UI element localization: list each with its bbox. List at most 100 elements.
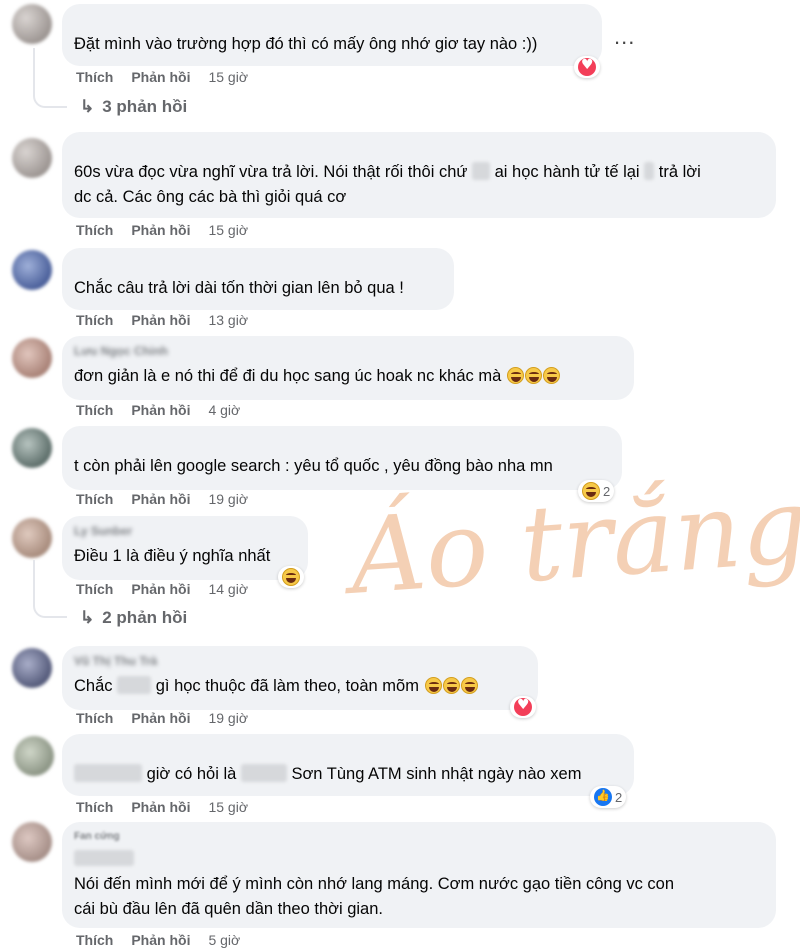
like-button[interactable]: Thích [76,799,113,815]
comment-text-part: Chắc [74,677,113,695]
reply-button[interactable]: Phản hồi [131,402,190,418]
comment-text: Nói đến mình mới để ý mình còn nhớ lang … [74,875,675,893]
redacted-text [74,764,142,782]
avatar[interactable] [14,736,54,776]
comment-text-part: giờ có hỏi là [146,765,237,783]
comment-bubble: t còn phải lên google search : yêu tổ qu… [62,426,622,490]
comment-time[interactable]: 15 giờ [208,69,248,85]
reply-button[interactable]: Phản hồi [131,710,190,726]
haha-reaction-icon [282,568,300,586]
comment-author[interactable] [74,12,590,26]
reaction-badge[interactable] [278,566,304,588]
comment-author[interactable] [74,742,622,756]
more-options-icon[interactable]: ... [614,24,635,50]
reply-button[interactable]: Phản hồi [131,69,190,85]
love-reaction-icon [578,57,596,76]
comment-text: Chắc gì học thuộc đã làm theo, toàn mõm [74,674,526,699]
comment-bubble: Vũ Thị Thu Trà Chắc gì học thuộc đã làm … [62,646,538,710]
like-button[interactable]: Thích [76,222,113,238]
laughing-emoji-icon [424,677,442,694]
comment-text: giờ có hỏi là Sơn Tùng ATM sinh nhật ngà… [74,762,622,787]
comment-time[interactable]: 5 giờ [208,932,240,948]
comment-time[interactable]: 14 giờ [208,581,248,597]
thread-line [33,560,67,618]
like-button[interactable]: Thích [76,932,113,948]
laughing-emoji-icon [506,367,524,384]
comment-author[interactable] [74,434,610,448]
comment-actions: Thích Phản hồi 13 giờ [76,312,248,328]
reply-button[interactable]: Phản hồi [131,491,190,507]
redacted-text [117,676,152,694]
comment-text: Đặt mình vào trường hợp đó thì có mấy ôn… [74,35,538,53]
reaction-badge[interactable] [510,696,536,718]
comment-actions: Thích Phản hồi 5 giờ [76,932,240,948]
redacted-text [644,162,655,180]
comment-author[interactable] [74,140,764,154]
comment-actions: Thích Phản hồi 15 giờ [76,222,248,238]
comment-bubble: Ly Sunber Điều 1 là điều ý nghĩa nhất [62,516,308,580]
comment-author[interactable]: Lưu Ngọc Chinh [74,344,622,358]
comment-author[interactable]: Ly Sunber [74,524,296,538]
reaction-badge[interactable] [574,56,600,78]
like-reaction-icon [594,788,612,806]
reply-button[interactable]: Phản hồi [131,932,190,948]
comment-text-part: 60s vừa đọc vừa nghĩ vừa trả lời. Nói th… [74,163,468,181]
like-button[interactable]: Thích [76,581,113,597]
comment-text: cái bù đầu lên đã quên dần theo thời gia… [74,900,383,918]
like-button[interactable]: Thích [76,402,113,418]
avatar[interactable] [12,250,52,290]
replies-count: 2 phản hồi [102,608,188,627]
replies-count: 3 phản hồi [102,97,188,116]
like-button[interactable]: Thích [76,710,113,726]
reaction-badge[interactable]: 2 [578,480,615,502]
comment-text-part: Sơn Tùng ATM sinh nhật ngày nào xem [291,765,582,783]
reply-button[interactable]: Phản hồi [131,581,190,597]
comment-text: Điều 1 là điều ý nghĩa nhất [74,547,271,565]
avatar[interactable] [12,338,52,378]
comment-text: 60s vừa đọc vừa nghĩ vừa trả lời. Nói th… [74,160,764,185]
laughing-emoji-icon [442,677,460,694]
like-button[interactable]: Thích [76,491,113,507]
love-reaction-icon [514,697,532,716]
comment-actions: Thích Phản hồi 19 giờ [76,491,248,507]
comment-author[interactable] [74,256,442,270]
avatar[interactable] [12,518,52,558]
laughing-emoji-icon [460,677,478,694]
comment-text: t còn phải lên google search : yêu tổ qu… [74,457,553,475]
thread-line [33,48,67,108]
comment-time[interactable]: 19 giờ [208,491,248,507]
avatar[interactable] [12,648,52,688]
view-replies-button[interactable]: ↳ 2 phản hồi [80,608,187,628]
avatar[interactable] [12,4,52,44]
reply-arrow-icon: ↳ [80,608,95,627]
comment-time[interactable]: 15 giờ [208,222,248,238]
avatar[interactable] [12,138,52,178]
comment-text: Chắc câu trả lời dài tốn thời gian lên b… [74,279,404,297]
comment-bubble: 60s vừa đọc vừa nghĩ vừa trả lời. Nói th… [62,132,776,218]
redacted-name [74,850,134,866]
laughing-emoji-icon [524,367,542,384]
reaction-badge[interactable]: 2 [590,786,627,808]
redacted-text [240,764,287,782]
avatar[interactable] [12,822,52,862]
reaction-count: 2 [615,789,623,805]
comment-time[interactable]: 4 giờ [208,402,240,418]
comment-text-part: gì học thuộc đã làm theo, toàn mõm [155,677,419,695]
comment-time[interactable]: 19 giờ [208,710,248,726]
comment-author[interactable]: Fan cứng [74,830,764,844]
reply-button[interactable]: Phản hồi [131,312,190,328]
like-button[interactable]: Thích [76,69,113,85]
like-button[interactable]: Thích [76,312,113,328]
comment-time[interactable]: 13 giờ [208,312,248,328]
comment-text: dc cả. Các ông các bà thì giỏi quá cơ [74,188,347,206]
comment-actions: Thích Phản hồi 19 giờ [76,710,248,726]
reply-button[interactable]: Phản hồi [131,799,190,815]
comment-text-part: ai học hành tử tế lại [494,163,640,181]
comment-author[interactable]: Vũ Thị Thu Trà [74,654,526,668]
comment-bubble: Đặt mình vào trường hợp đó thì có mấy ôn… [62,4,602,66]
view-replies-button[interactable]: ↳ 3 phản hồi [80,97,187,117]
comment-actions: Thích Phản hồi 4 giờ [76,402,240,418]
comment-time[interactable]: 15 giờ [208,799,248,815]
avatar[interactable] [12,428,52,468]
reply-button[interactable]: Phản hồi [131,222,190,238]
